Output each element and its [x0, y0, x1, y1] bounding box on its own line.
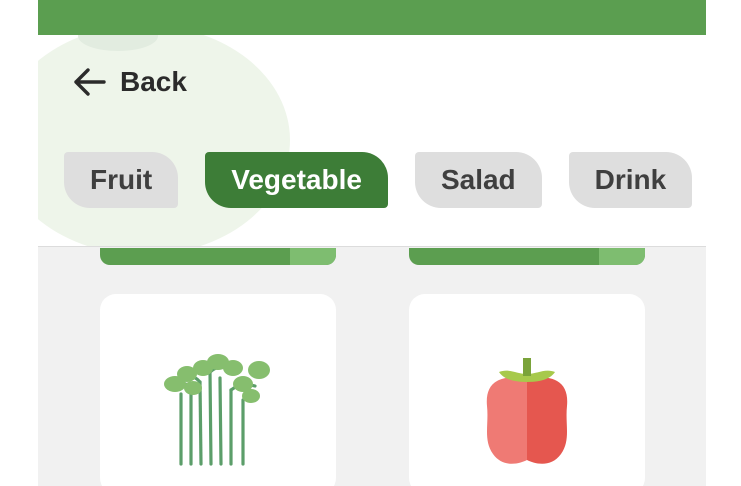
product-card[interactable]	[409, 294, 645, 486]
previous-card-footer	[409, 248, 645, 265]
category-tabs: Fruit Vegetable Salad Drink	[64, 152, 706, 208]
product-card[interactable]	[100, 294, 336, 486]
microgreens-icon	[164, 354, 270, 466]
tab-salad[interactable]: Salad	[414, 152, 542, 208]
back-button[interactable]: Back	[72, 65, 187, 99]
header: Back Fruit Vegetable Salad Drink	[38, 35, 706, 247]
previous-card-footer-accent	[599, 248, 645, 265]
previous-card-footer	[100, 248, 336, 265]
bell-pepper-icon	[486, 358, 568, 464]
back-label: Back	[120, 66, 187, 97]
tab-fruit[interactable]: Fruit	[64, 152, 179, 208]
arrow-left-icon	[72, 67, 106, 97]
tab-drink[interactable]: Drink	[568, 152, 693, 208]
previous-card-footer-accent	[290, 248, 336, 265]
status-bar	[38, 0, 706, 35]
app-screen: Back Fruit Vegetable Salad Drink	[38, 0, 706, 486]
tab-vegetable[interactable]: Vegetable	[205, 152, 388, 208]
